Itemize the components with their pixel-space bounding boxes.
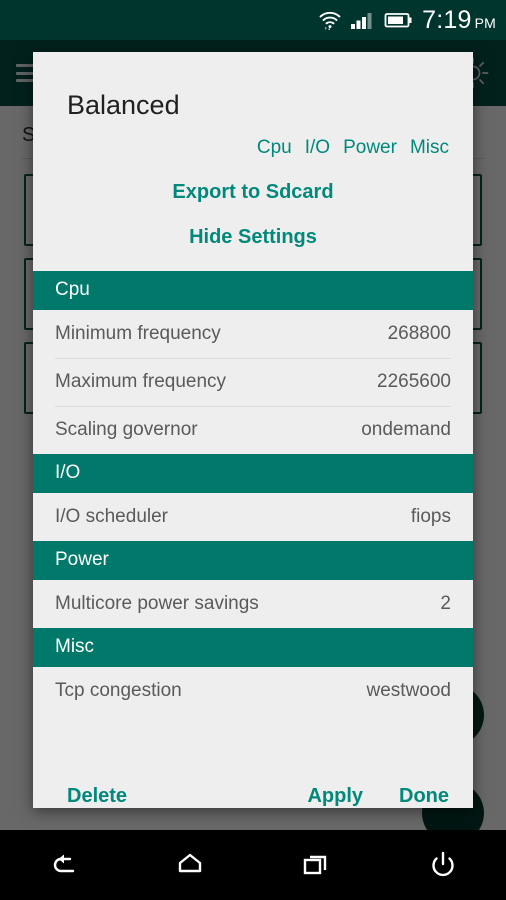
nav-link-io[interactable]: I/O xyxy=(305,137,330,159)
recent-apps-icon[interactable] xyxy=(289,838,343,892)
table-row[interactable]: Scaling governor ondemand xyxy=(33,406,473,454)
done-button[interactable]: Done xyxy=(399,785,449,808)
settings-list: Cpu Minimum frequency 268800 Maximum fre… xyxy=(33,271,473,761)
row-key: Maximum frequency xyxy=(55,371,227,392)
row-key: Minimum frequency xyxy=(55,323,221,344)
row-key: Multicore power savings xyxy=(55,593,259,614)
row-value: westwood xyxy=(366,680,452,701)
section-header-misc: Misc xyxy=(33,628,473,667)
clock-ampm: PM xyxy=(474,14,496,31)
cellular-signal-icon xyxy=(350,9,376,31)
back-arrow-icon[interactable] xyxy=(36,838,90,892)
export-to-sdcard-button[interactable]: Export to Sdcard xyxy=(33,181,473,204)
row-key: I/O scheduler xyxy=(55,506,168,527)
row-key: Scaling governor xyxy=(55,419,198,440)
profile-settings-dialog: Balanced Cpu I/O Power Misc Export to Sd… xyxy=(33,52,473,808)
table-row[interactable]: Multicore power savings 2 xyxy=(33,580,473,628)
table-row[interactable]: Minimum frequency 268800 xyxy=(33,310,473,358)
nav-link-misc[interactable]: Misc xyxy=(410,137,449,159)
battery-icon xyxy=(384,10,414,30)
row-value: fiops xyxy=(410,506,451,527)
nav-link-cpu[interactable]: Cpu xyxy=(257,137,292,159)
nav-link-power[interactable]: Power xyxy=(343,137,397,159)
status-bar: 7:19 PM xyxy=(0,0,506,40)
table-row[interactable]: Tcp congestion westwood xyxy=(33,667,473,715)
dialog-title: Balanced xyxy=(67,90,180,120)
wifi-icon xyxy=(318,9,342,31)
clock-time: 7:19 xyxy=(422,5,472,34)
section-header-power: Power xyxy=(33,541,473,580)
apply-button[interactable]: Apply xyxy=(307,785,363,808)
section-header-io: I/O xyxy=(33,454,473,493)
dialog-section-nav: Cpu I/O Power Misc xyxy=(33,137,449,159)
system-navigation-bar xyxy=(0,830,506,900)
row-value: 268800 xyxy=(387,323,451,344)
table-row[interactable]: Maximum frequency 2265600 xyxy=(33,358,473,406)
phone-screen: 7:19 PM Balanced Cpu I/O Power Misc Expo… xyxy=(0,0,506,900)
dialog-action-bar: Delete Apply Done xyxy=(33,761,473,808)
delete-button[interactable]: Delete xyxy=(67,785,127,808)
table-row[interactable]: I/O scheduler fiops xyxy=(33,493,473,541)
row-value: 2265600 xyxy=(377,371,451,392)
power-icon[interactable] xyxy=(416,838,470,892)
row-value: 2 xyxy=(440,593,451,614)
hide-settings-button[interactable]: Hide Settings xyxy=(33,226,473,249)
row-value: ondemand xyxy=(361,419,451,440)
status-bar-clock: 7:19 PM xyxy=(422,6,496,35)
row-key: Tcp congestion xyxy=(55,680,182,701)
home-icon[interactable] xyxy=(163,838,217,892)
section-header-cpu: Cpu xyxy=(33,271,473,310)
